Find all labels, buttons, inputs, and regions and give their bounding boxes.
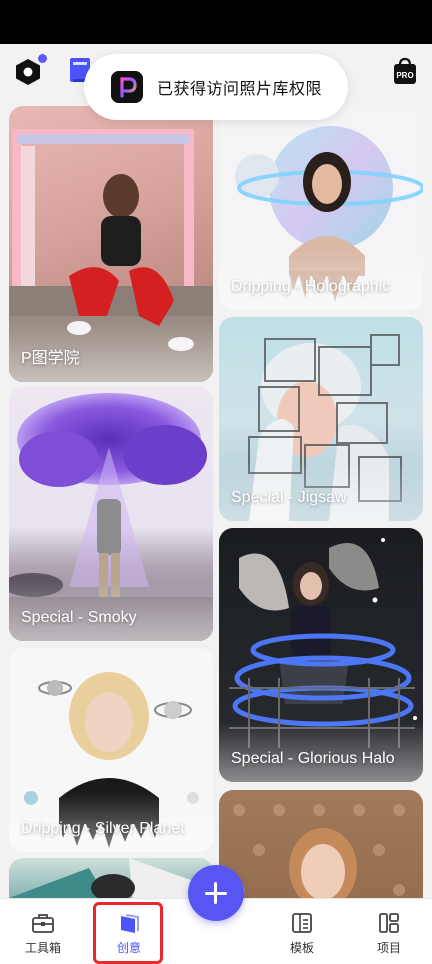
- app-icon: [111, 71, 143, 103]
- toolbox-icon: [32, 914, 54, 933]
- card-image: [9, 858, 213, 898]
- card-label: Dripping - Holographic: [231, 278, 391, 295]
- active-tab-highlight: [93, 902, 163, 964]
- card-dripping-holographic[interactable]: Dripping - Holographic: [219, 106, 423, 310]
- template-icon: [292, 913, 312, 933]
- card-label: Dripping - Silver Planet: [21, 820, 185, 837]
- card-label: Special - Jigsaw: [231, 489, 347, 506]
- card-special-glorious-halo[interactable]: Special - Glorious Halo: [219, 528, 423, 782]
- card-special-smoky[interactable]: Special - Smoky: [9, 387, 213, 641]
- app-logo-icon[interactable]: [14, 58, 42, 86]
- card-label: Special - Smoky: [21, 609, 137, 626]
- status-bar: [0, 0, 432, 44]
- card-dripping-silver-planet[interactable]: Dripping - Silver Planet: [9, 648, 213, 852]
- tab-template[interactable]: 模板: [259, 899, 345, 964]
- tab-label: 模板: [289, 941, 314, 955]
- project-icon: [379, 913, 399, 933]
- creative-feed[interactable]: P图学院 Dripping - Holographic Special - Ji…: [0, 104, 432, 898]
- card-partial-right[interactable]: [219, 790, 423, 898]
- card-label: Special - Glorious Halo: [231, 750, 395, 767]
- tab-label: 工具箱: [24, 941, 61, 955]
- card-p-academy[interactable]: P图学院: [9, 106, 213, 382]
- notification-dot: [38, 54, 47, 63]
- create-plus-button[interactable]: [188, 865, 244, 921]
- pro-bag-icon[interactable]: PRO: [392, 57, 418, 85]
- permission-toast: 已获得访问照片库权限: [84, 54, 348, 120]
- card-label: P图学院: [21, 350, 80, 367]
- tab-toolbox[interactable]: 工具箱: [0, 899, 86, 964]
- pro-label: PRO: [396, 71, 413, 80]
- card-image: [233, 804, 405, 898]
- card-special-jigsaw[interactable]: Special - Jigsaw: [219, 317, 423, 521]
- tab-label: 项目: [376, 941, 401, 955]
- toast-message: 已获得访问照片库权限: [157, 81, 323, 98]
- card-partial-left[interactable]: [9, 858, 213, 898]
- tab-project[interactable]: 项目: [346, 899, 432, 964]
